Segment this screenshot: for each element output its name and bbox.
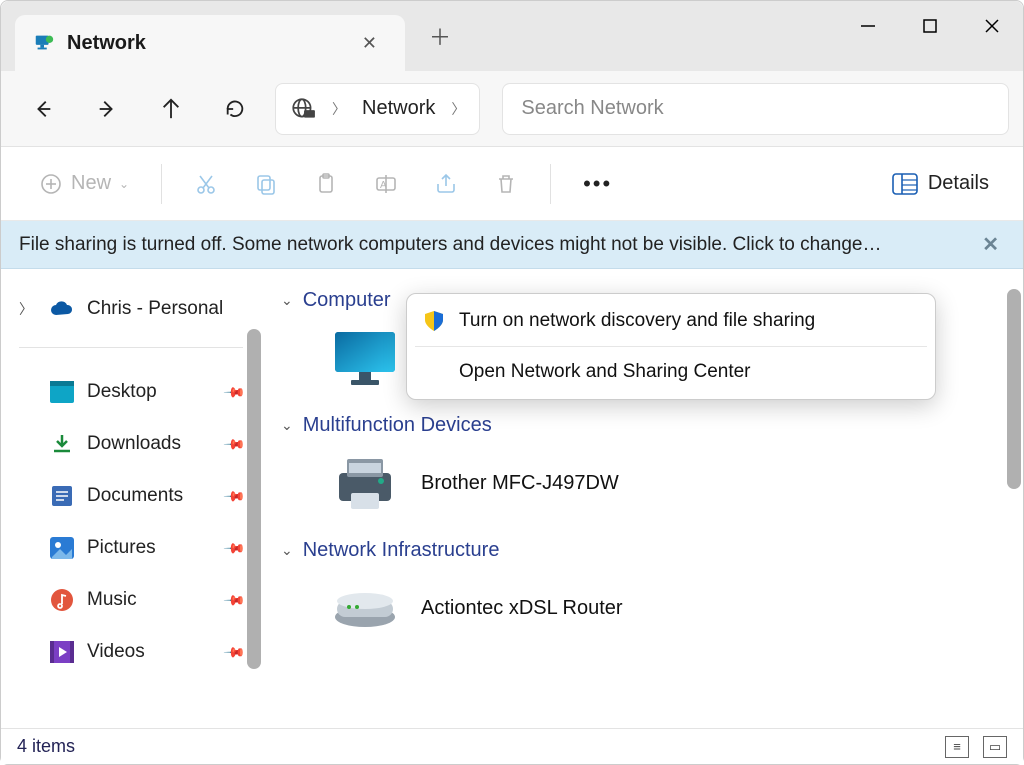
minimize-button[interactable]: [837, 1, 899, 51]
chevron-right-icon[interactable]: 〉: [19, 299, 37, 319]
search-input[interactable]: Search Network: [502, 83, 1009, 135]
group-label: Computer: [303, 289, 391, 312]
menu-item-label: Open Network and Sharing Center: [459, 361, 751, 383]
maximize-button[interactable]: [899, 1, 961, 51]
statusbar: 4 items ≡ ▭: [1, 728, 1023, 764]
infobar-message: File sharing is turned off. Some network…: [19, 234, 976, 256]
group-header-multifunction[interactable]: ⌄ Multifunction Devices: [281, 414, 1003, 437]
view-grid-icon[interactable]: ▭: [983, 736, 1007, 758]
menu-item-turn-on-discovery[interactable]: Turn on network discovery and file shari…: [407, 298, 935, 344]
share-button: [420, 160, 472, 208]
sidebar-item-label: Documents: [87, 485, 183, 507]
sidebar-item-label: Pictures: [87, 537, 156, 559]
desktop-icon: [49, 379, 75, 405]
pin-icon[interactable]: 📌: [222, 432, 246, 456]
shield-icon: [423, 310, 445, 332]
chevron-down-icon: ⌄: [119, 177, 129, 191]
address-bar[interactable]: 〉 Network 〉: [275, 83, 480, 135]
tab-title: Network: [67, 32, 340, 55]
copy-button: [240, 160, 292, 208]
navbar: 〉 Network 〉 Search Network: [1, 71, 1023, 147]
group-header-infrastructure[interactable]: ⌄ Network Infrastructure: [281, 539, 1003, 562]
sidebar-item-documents[interactable]: Documents 📌: [13, 470, 249, 522]
more-button[interactable]: •••: [569, 160, 626, 208]
pin-icon[interactable]: 📌: [222, 484, 246, 508]
chevron-right-icon[interactable]: 〉: [451, 99, 465, 119]
rename-button: A: [360, 160, 412, 208]
device-label: Brother MFC-J497DW: [421, 472, 619, 495]
infobar-close-button[interactable]: ✕: [976, 232, 1005, 257]
close-window-button[interactable]: [961, 1, 1023, 51]
address-segment[interactable]: Network: [362, 97, 435, 120]
forward-button[interactable]: [79, 83, 135, 135]
group-label: Network Infrastructure: [303, 539, 500, 562]
tab-close-button[interactable]: ✕: [352, 27, 387, 60]
sidebar-item-music[interactable]: Music 📌: [13, 574, 249, 626]
menu-item-label: Turn on network discovery and file shari…: [459, 310, 815, 332]
device-item-printer[interactable]: Brother MFC-J497DW: [281, 447, 1003, 533]
documents-icon: [49, 483, 75, 509]
group-label: Multifunction Devices: [303, 414, 492, 437]
sidebar-item-label: Downloads: [87, 433, 181, 455]
sidebar: 〉 Chris - Personal Desktop 📌 Downloads 📌…: [1, 269, 261, 713]
chevron-down-icon: ⌄: [281, 417, 293, 434]
music-icon: [49, 587, 75, 613]
new-tab-button[interactable]: ＋: [405, 8, 475, 64]
window-controls: [837, 1, 1023, 51]
menu-item-open-sharing-center[interactable]: Open Network and Sharing Center: [407, 349, 935, 395]
svg-text:A: A: [380, 180, 387, 191]
separator: [550, 164, 551, 204]
device-item-router[interactable]: Actiontec xDSL Router: [281, 572, 1003, 658]
videos-icon: [49, 639, 75, 665]
sidebar-item-downloads[interactable]: Downloads 📌: [13, 418, 249, 470]
new-button-label: New: [71, 172, 111, 195]
back-button[interactable]: [15, 83, 71, 135]
chevron-down-icon: ⌄: [281, 292, 293, 309]
delete-button: [480, 160, 532, 208]
sidebar-item-label: Videos: [87, 641, 145, 663]
pictures-icon: [49, 535, 75, 561]
sidebar-item-label: Music: [87, 589, 137, 611]
chevron-right-icon: 〉: [332, 99, 346, 119]
view-list-icon[interactable]: ≡: [945, 736, 969, 758]
search-placeholder: Search Network: [521, 97, 663, 120]
paste-button: [300, 160, 352, 208]
context-menu: Turn on network discovery and file shari…: [406, 293, 936, 400]
separator: [161, 164, 162, 204]
sidebar-scrollbar[interactable]: [247, 329, 261, 669]
up-button[interactable]: [143, 83, 199, 135]
infobar[interactable]: File sharing is turned off. Some network…: [1, 221, 1023, 269]
network-icon: [33, 32, 55, 54]
sidebar-item-label: Desktop: [87, 381, 157, 403]
monitor-icon: [329, 328, 401, 388]
sidebar-item-onedrive[interactable]: 〉 Chris - Personal: [13, 283, 249, 335]
download-icon: [49, 431, 75, 457]
tab-network[interactable]: Network ✕: [15, 15, 405, 71]
device-label: Actiontec xDSL Router: [421, 597, 623, 620]
router-icon: [329, 578, 401, 638]
main-scrollbar[interactable]: [1007, 289, 1021, 489]
refresh-button[interactable]: [207, 83, 263, 135]
separator: [415, 346, 927, 347]
globe-icon: [290, 96, 316, 122]
separator: [19, 347, 243, 348]
view-label: Details: [928, 172, 989, 195]
pin-icon[interactable]: 📌: [222, 380, 246, 404]
chevron-down-icon: ⌄: [281, 542, 293, 559]
pin-icon[interactable]: 📌: [222, 588, 246, 612]
pin-icon[interactable]: 📌: [222, 640, 246, 664]
sidebar-item-pictures[interactable]: Pictures 📌: [13, 522, 249, 574]
sidebar-item-label: Chris - Personal: [87, 298, 223, 320]
toolbar: New ⌄ A ••• Details: [1, 147, 1023, 221]
cut-button: [180, 160, 232, 208]
status-item-count: 4 items: [17, 736, 75, 757]
new-button[interactable]: New ⌄: [25, 160, 143, 208]
titlebar: Network ✕ ＋: [1, 1, 1023, 71]
view-details-button[interactable]: Details: [882, 160, 999, 208]
printer-icon: [329, 453, 401, 513]
cloud-icon: [49, 296, 75, 322]
sidebar-item-desktop[interactable]: Desktop 📌: [13, 366, 249, 418]
sidebar-item-videos[interactable]: Videos 📌: [13, 626, 249, 678]
pin-icon[interactable]: 📌: [222, 536, 246, 560]
